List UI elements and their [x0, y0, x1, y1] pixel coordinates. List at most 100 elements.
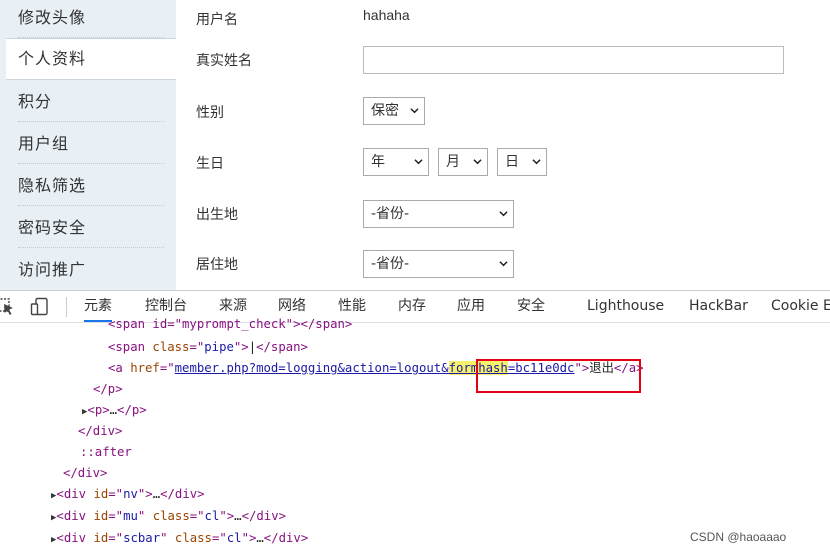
- birth-year-select[interactable]: 年: [363, 148, 429, 176]
- birth-month-select[interactable]: 月: [438, 148, 488, 176]
- sidebar-item-promotion[interactable]: 访问推广: [18, 256, 164, 290]
- dom-tag: </p>: [117, 403, 147, 417]
- sidebar-item-profile[interactable]: 个人资料: [6, 38, 176, 80]
- annotation-highlight-box: [476, 359, 641, 393]
- birthplace-label: 出生地: [196, 207, 238, 223]
- dom-attr-value: pipe: [204, 340, 234, 354]
- dom-ellipsis: …: [152, 487, 161, 501]
- tab-cookie-editor[interactable]: Cookie Ec: [771, 291, 830, 322]
- dom-tag: <span id="myprompt_check"></span>: [108, 317, 353, 331]
- birth-day-select[interactable]: 日: [497, 148, 547, 176]
- dom-tag: =": [108, 487, 124, 501]
- sidebar-item-avatar[interactable]: 修改头像: [18, 4, 164, 38]
- dom-ellipsis: …: [256, 531, 264, 545]
- dom-ellipsis: …: [234, 509, 242, 523]
- profile-page: 修改头像 个人资料 积分 用户组 隐私筛选 密码安全 访问推广 用户名 haha…: [0, 0, 830, 290]
- toolbar-divider: [66, 297, 67, 317]
- dom-tag: </p>: [93, 382, 123, 396]
- chevron-down-icon: [532, 159, 541, 165]
- dom-attr: href: [130, 361, 160, 375]
- dom-node-div-nv[interactable]: ▶<div id="nv">…</div>: [51, 484, 205, 504]
- dom-tag: =": [159, 361, 175, 375]
- residence-label: 居住地: [196, 257, 238, 273]
- dom-node-p-collapsed[interactable]: ▶<p>…</p>: [82, 400, 147, 420]
- dom-tag: <div: [56, 531, 94, 545]
- dom-tag: =": [189, 340, 205, 354]
- dom-node-div-mu[interactable]: ▶<div id="mu" class="cl">…</div>: [51, 506, 286, 526]
- dom-tag: ": [137, 509, 153, 523]
- birthplace-value: -省份-: [371, 206, 410, 222]
- realname-input[interactable]: [363, 46, 784, 74]
- sidebar-item-credits[interactable]: 积分: [18, 88, 164, 122]
- dom-attr-value: mu: [123, 509, 138, 523]
- dom-node-div-close[interactable]: </div>: [78, 421, 122, 441]
- dom-tag: ": [160, 531, 175, 545]
- dom-node-after[interactable]: ::after: [80, 442, 132, 462]
- dom-attr: id: [93, 509, 109, 523]
- dom-attr-value: nv: [123, 487, 138, 501]
- sidebar-item-password[interactable]: 密码安全: [18, 214, 164, 248]
- gender-select[interactable]: 保密: [363, 97, 425, 125]
- sidebar: 修改头像 个人资料 积分 用户组 隐私筛选 密码安全 访问推广: [0, 0, 176, 290]
- birthday-label: 生日: [196, 156, 224, 172]
- dom-attr-value: scbar: [123, 531, 161, 545]
- logout-href-link[interactable]: member.php?mod=logging&action=logout: [175, 361, 442, 375]
- tab-security[interactable]: 安全: [517, 291, 545, 322]
- birth-day-value: 日: [505, 154, 519, 170]
- dom-attr: class: [152, 509, 190, 523]
- dom-tag: </div>: [241, 509, 286, 523]
- username-value: hahaha: [363, 7, 410, 23]
- residence-value: -省份-: [371, 256, 410, 272]
- dom-tag: </div>: [263, 531, 309, 545]
- dom-attr: class: [152, 340, 190, 354]
- dom-tag: =": [189, 509, 205, 523]
- dom-tag: =": [108, 509, 124, 523]
- chevron-down-icon: [499, 261, 508, 267]
- dom-tag: <div: [56, 509, 94, 523]
- dom-node-span-pipe[interactable]: <span class="pipe">|</span>: [108, 337, 308, 357]
- dom-tag: <a: [108, 361, 131, 375]
- username-label: 用户名: [196, 12, 238, 28]
- dom-node-div-scbar[interactable]: ▶<div id="scbar" class="cl">…</div>: [51, 528, 308, 548]
- dom-tag: <div: [56, 487, 94, 501]
- birth-month-value: 月: [446, 154, 460, 170]
- tab-lighthouse[interactable]: Lighthouse: [587, 291, 664, 322]
- dom-ellipsis: …: [109, 403, 118, 417]
- tab-application[interactable]: 应用: [457, 291, 485, 322]
- inspect-element-icon[interactable]: [0, 297, 16, 317]
- dom-tag: </div>: [160, 487, 205, 501]
- birth-year-value: 年: [371, 154, 385, 170]
- dom-attr-value: cl: [204, 509, 220, 523]
- sidebar-item-usergroup[interactable]: 用户组: [18, 130, 164, 164]
- tab-memory[interactable]: 内存: [398, 291, 426, 322]
- dom-tag: <p>: [87, 403, 110, 417]
- devtools-panel: 元素 控制台 来源 网络 性能 内存 应用 安全 Lighthouse Hack…: [0, 290, 830, 552]
- dom-tag: </div>: [78, 424, 123, 438]
- logout-href-link[interactable]: &: [441, 361, 448, 375]
- dom-tag: ">: [241, 531, 257, 545]
- dom-tag: ">: [233, 340, 249, 354]
- dom-pseudo: ::after: [80, 445, 132, 459]
- gender-label: 性别: [196, 105, 224, 121]
- dom-tag: =": [108, 531, 124, 545]
- tab-hackbar[interactable]: HackBar: [689, 291, 748, 322]
- watermark: CSDN @haoaaao: [690, 530, 787, 544]
- dom-attr: id: [93, 531, 109, 545]
- dom-attr-value: cl: [226, 531, 242, 545]
- dom-tag: =": [211, 531, 227, 545]
- chevron-down-icon: [473, 159, 482, 165]
- dom-node-p-close[interactable]: </p>: [93, 379, 123, 399]
- dom-tag: ">: [137, 487, 153, 501]
- chevron-down-icon: [414, 159, 423, 165]
- gender-select-value: 保密: [371, 103, 399, 119]
- birthplace-select[interactable]: -省份-: [363, 200, 514, 228]
- chevron-down-icon: [410, 108, 419, 114]
- residence-select[interactable]: -省份-: [363, 250, 514, 278]
- dom-node-span-myprompt[interactable]: <span id="myprompt_check"></span>: [108, 314, 352, 334]
- sidebar-item-privacy[interactable]: 隐私筛选: [18, 172, 164, 206]
- dom-tag: </span>: [256, 340, 308, 354]
- device-toolbar-icon[interactable]: [30, 297, 50, 317]
- dom-node-div-close[interactable]: </div>: [63, 463, 107, 483]
- dom-attr: class: [174, 531, 212, 545]
- chevron-down-icon: [499, 211, 508, 217]
